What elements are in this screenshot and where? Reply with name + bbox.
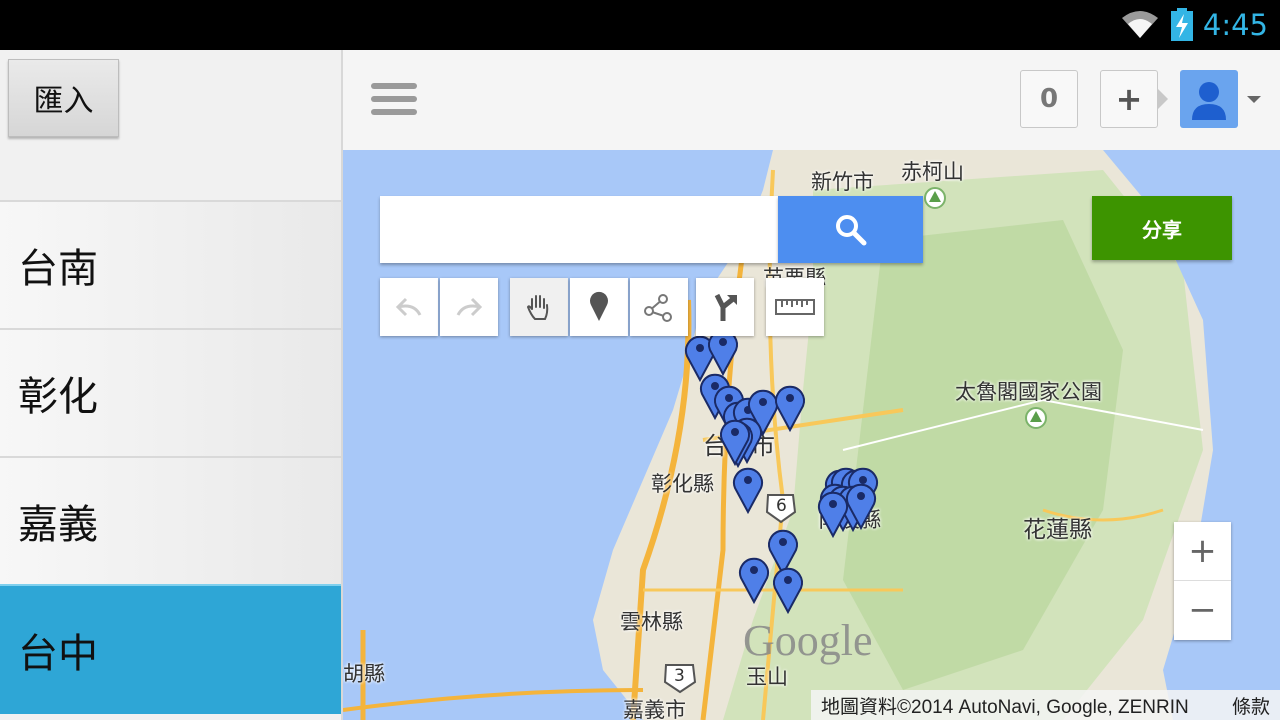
- pan-hand-icon: [526, 295, 549, 320]
- count-button[interactable]: 0: [1020, 70, 1078, 128]
- map-marker[interactable]: [773, 567, 803, 615]
- map-marker[interactable]: [733, 467, 763, 515]
- terms-link[interactable]: 條款: [1232, 692, 1270, 719]
- region-list: 台南 彰化 嘉義 台中: [0, 200, 341, 714]
- chevron-down-icon[interactable]: [1247, 96, 1261, 103]
- map-marker[interactable]: [739, 557, 769, 605]
- list-item-taichung[interactable]: 台中: [0, 584, 341, 714]
- battery-charging-icon: [1171, 8, 1193, 41]
- share-button[interactable]: 分享: [1092, 196, 1232, 260]
- zoom-out-button[interactable]: −: [1174, 581, 1231, 639]
- user-avatar-icon[interactable]: [1180, 70, 1238, 128]
- map-marker[interactable]: [768, 529, 798, 577]
- draw-line-icon: [644, 294, 672, 322]
- status-bar: 4:45: [0, 0, 1280, 50]
- top-toolbar: 0 +: [343, 50, 1280, 151]
- add-marker-icon: [590, 291, 608, 321]
- clock: 4:45: [1202, 8, 1268, 42]
- search-input[interactable]: [380, 196, 778, 263]
- wifi-icon: [1122, 11, 1158, 38]
- google-logo: Google: [743, 616, 873, 665]
- attribution-text: 地圖資料©2014 AutoNavi, Google, ZENRIN: [821, 696, 1189, 718]
- add-marker-button[interactable]: [570, 278, 628, 336]
- zoom-in-button[interactable]: +: [1174, 522, 1231, 580]
- directions-icon: [714, 293, 737, 321]
- ruler-icon: [775, 299, 815, 315]
- map-attribution: 地圖資料©2014 AutoNavi, Google, ZENRIN 條款: [811, 690, 1280, 720]
- search-button[interactable]: [778, 196, 923, 263]
- import-button[interactable]: 匯入: [8, 59, 119, 137]
- map-marker[interactable]: [775, 385, 805, 433]
- add-button[interactable]: +: [1100, 70, 1168, 128]
- draw-line-button[interactable]: [630, 278, 688, 336]
- list-item-changhua[interactable]: 彰化: [0, 328, 341, 456]
- redo-button[interactable]: [440, 278, 498, 336]
- map-marker[interactable]: [708, 329, 738, 377]
- zoom-control: + −: [1174, 522, 1231, 640]
- undo-button[interactable]: [380, 278, 438, 336]
- sidebar: 匯入 台南 彰化 嘉義 台中: [0, 50, 343, 720]
- search-icon: [835, 214, 866, 245]
- hamburger-menu-icon[interactable]: [371, 83, 417, 117]
- undo-icon: [395, 297, 422, 317]
- pan-tool-button[interactable]: [510, 278, 568, 336]
- measure-button[interactable]: [766, 278, 824, 336]
- list-item-chiayi[interactable]: 嘉義: [0, 456, 341, 584]
- list-item-tainan[interactable]: 台南: [0, 200, 341, 328]
- directions-button[interactable]: [696, 278, 754, 336]
- redo-icon: [456, 297, 483, 317]
- map-view[interactable]: 新竹市 赤柯山 苗栗縣 太魯閣國家公園 台中市 彰化縣 南投縣 花蓮縣 雲林縣 …: [343, 150, 1280, 720]
